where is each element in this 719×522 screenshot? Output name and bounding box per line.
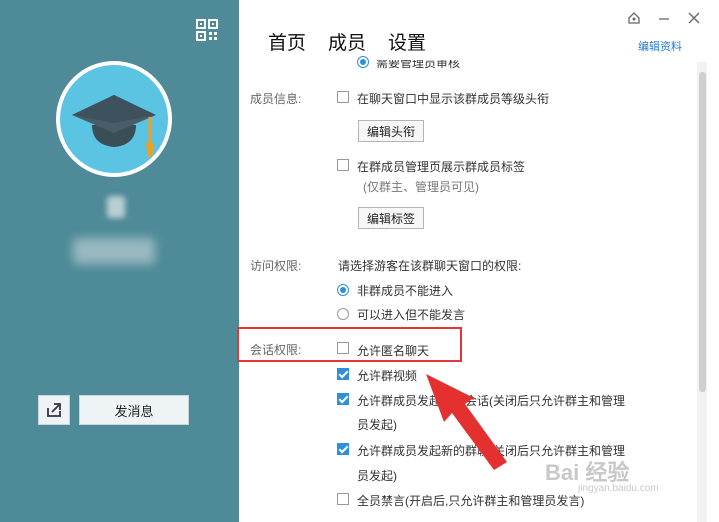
annotation-arrow xyxy=(426,374,507,470)
watermark-url: jingyan.baidu.com xyxy=(578,483,659,494)
